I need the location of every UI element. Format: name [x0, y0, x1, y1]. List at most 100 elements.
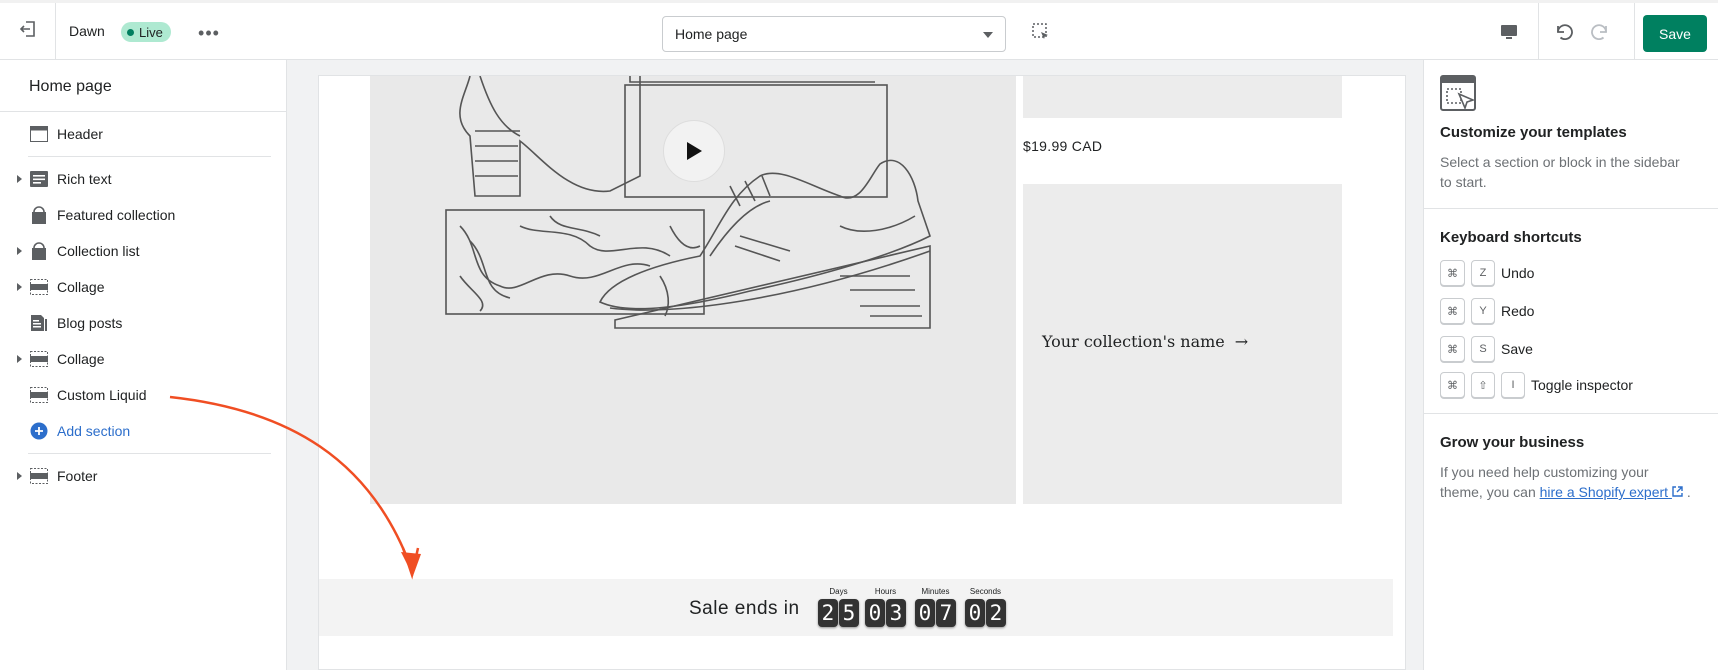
live-label: Live	[139, 24, 163, 40]
more-actions-button[interactable]: •••	[196, 21, 222, 45]
customize-title: Customize your templates	[1440, 124, 1627, 141]
sale-ends-text: Sale ends in	[689, 598, 800, 619]
countdown-banner[interactable]: Sale ends in Days 2 5 Hours 0 3 Minutes …	[319, 579, 1393, 636]
countdown-seconds: Seconds 0 2	[963, 587, 1008, 631]
sidebar-item-collage[interactable]: Collage	[0, 271, 286, 303]
caret-right-icon[interactable]	[17, 472, 22, 480]
key-cap: ⌘	[1440, 372, 1465, 398]
countdown-digit: 7	[936, 599, 956, 627]
shortcut-undo: ⌘ Z Undo	[1440, 260, 1534, 286]
sidebar-item-header[interactable]: Header	[0, 118, 286, 150]
add-section-button[interactable]: Add section	[0, 415, 286, 447]
countdown-digit: 5	[839, 599, 859, 627]
inspector-toggle-button[interactable]	[1028, 21, 1054, 47]
caret-right-icon[interactable]	[17, 355, 22, 363]
countdown-digit: 0	[865, 599, 885, 627]
shortcuts-title: Keyboard shortcuts	[1440, 229, 1582, 246]
shortcut-save: ⌘ S Save	[1440, 336, 1533, 362]
play-video-button[interactable]	[663, 120, 725, 182]
sidebar-item-blog-posts[interactable]: Blog posts	[0, 307, 286, 339]
live-status-badge: Live	[121, 22, 171, 42]
sidebar-item-label: Collage	[57, 279, 105, 295]
caret-right-icon[interactable]	[17, 175, 22, 183]
divider	[0, 111, 286, 112]
divider	[1424, 208, 1718, 209]
section-icon	[29, 385, 49, 405]
undo-button[interactable]	[1551, 21, 1577, 47]
countdown-label: Minutes	[921, 587, 950, 596]
countdown-digit: 3	[886, 599, 906, 627]
storefront-preview[interactable]: $19.99 CAD Your collection's name → Sale…	[318, 75, 1406, 670]
external-link-icon	[1672, 484, 1683, 500]
product-card-image[interactable]	[1023, 76, 1342, 118]
help-panel: Customize your templates Select a sectio…	[1423, 60, 1718, 670]
template-select-value: Home page	[675, 26, 748, 42]
collection-card[interactable]: Your collection's name →	[1023, 184, 1342, 504]
template-selector[interactable]: Home page	[662, 16, 1006, 52]
sidebar-item-footer[interactable]: Footer	[0, 460, 286, 492]
arrow-right-icon: →	[1234, 332, 1249, 351]
theme-name: Dawn	[69, 23, 105, 39]
countdown-label: Seconds	[969, 587, 1002, 596]
hire-expert-link[interactable]: hire a Shopify expert	[1540, 484, 1683, 500]
plus-circle-icon	[29, 421, 49, 441]
product-price: $19.99 CAD	[1023, 138, 1103, 154]
shortcut-label: Undo	[1501, 265, 1535, 281]
sidebar-item-label: Rich text	[57, 171, 112, 187]
customize-template-icon	[1439, 74, 1479, 114]
shortcut-label: Save	[1501, 341, 1533, 357]
collection-name: Your collection's name	[1042, 332, 1225, 351]
caret-right-icon[interactable]	[17, 283, 22, 291]
divider	[28, 156, 271, 157]
grow-title: Grow your business	[1440, 434, 1585, 451]
collection-link[interactable]: Your collection's name →	[1042, 332, 1248, 351]
countdown-minutes: Minutes 0 7	[913, 587, 958, 631]
desktop-icon	[1499, 22, 1519, 47]
sidebar-item-collage[interactable]: Collage	[0, 343, 286, 375]
device-preview-button[interactable]	[1496, 21, 1522, 47]
countdown-days: Days 2 5	[816, 587, 861, 631]
sidebar-item-custom-liquid[interactable]: Custom Liquid	[0, 379, 286, 411]
countdown-digit: 2	[986, 599, 1006, 627]
countdown-digit: 0	[915, 599, 935, 627]
sidebar-item-label: Footer	[57, 468, 98, 484]
top-bar: Dawn Live ••• Home page Save	[0, 0, 1718, 60]
live-dot-icon	[127, 28, 134, 36]
shortcut-toggle-inspector: ⌘ ⇧ I Toggle inspector	[1440, 372, 1633, 398]
countdown-digit: 0	[965, 599, 985, 627]
sidebar-item-label: Blog posts	[57, 315, 123, 331]
tag-icon	[29, 205, 49, 225]
play-icon	[687, 142, 702, 160]
countdown-label: Hours	[874, 587, 897, 596]
exit-editor-button[interactable]	[0, 3, 56, 60]
blog-icon	[29, 313, 49, 333]
grow-text-end: .	[1686, 484, 1691, 500]
customize-text: Select a section or block in the sidebar…	[1440, 154, 1680, 190]
hire-expert-link-text: hire a Shopify expert	[1539, 484, 1669, 500]
tag-icon	[29, 241, 49, 261]
shortcut-label: Toggle inspector	[1531, 377, 1633, 393]
sidebar-item-rich-text[interactable]: Rich text	[0, 163, 286, 195]
save-button[interactable]: Save	[1643, 15, 1707, 52]
key-cap: Y	[1471, 298, 1495, 324]
exit-icon	[19, 20, 37, 43]
shortcut-label: Redo	[1501, 303, 1535, 319]
section-icon	[29, 277, 49, 297]
shortcut-redo: ⌘ Y Redo	[1440, 298, 1534, 324]
caret-right-icon[interactable]	[17, 247, 22, 255]
divider	[1424, 413, 1718, 414]
redo-button[interactable]	[1587, 21, 1613, 47]
video-section[interactable]	[370, 76, 1016, 504]
select-cursor-icon	[1031, 22, 1051, 47]
section-icon	[29, 349, 49, 369]
sidebar-item-label: Header	[57, 126, 103, 142]
sidebar-item-label: Collection list	[57, 243, 140, 259]
sidebar-item-label: Collage	[57, 351, 105, 367]
key-cap: S	[1471, 336, 1495, 362]
sidebar-item-featured-collection[interactable]: Featured collection	[0, 199, 286, 231]
chevron-down-icon	[983, 32, 993, 38]
footer-icon	[29, 466, 49, 486]
key-cap: ⌘	[1440, 260, 1465, 286]
text-icon	[29, 169, 49, 189]
sidebar-item-collection-list[interactable]: Collection list	[0, 235, 286, 267]
